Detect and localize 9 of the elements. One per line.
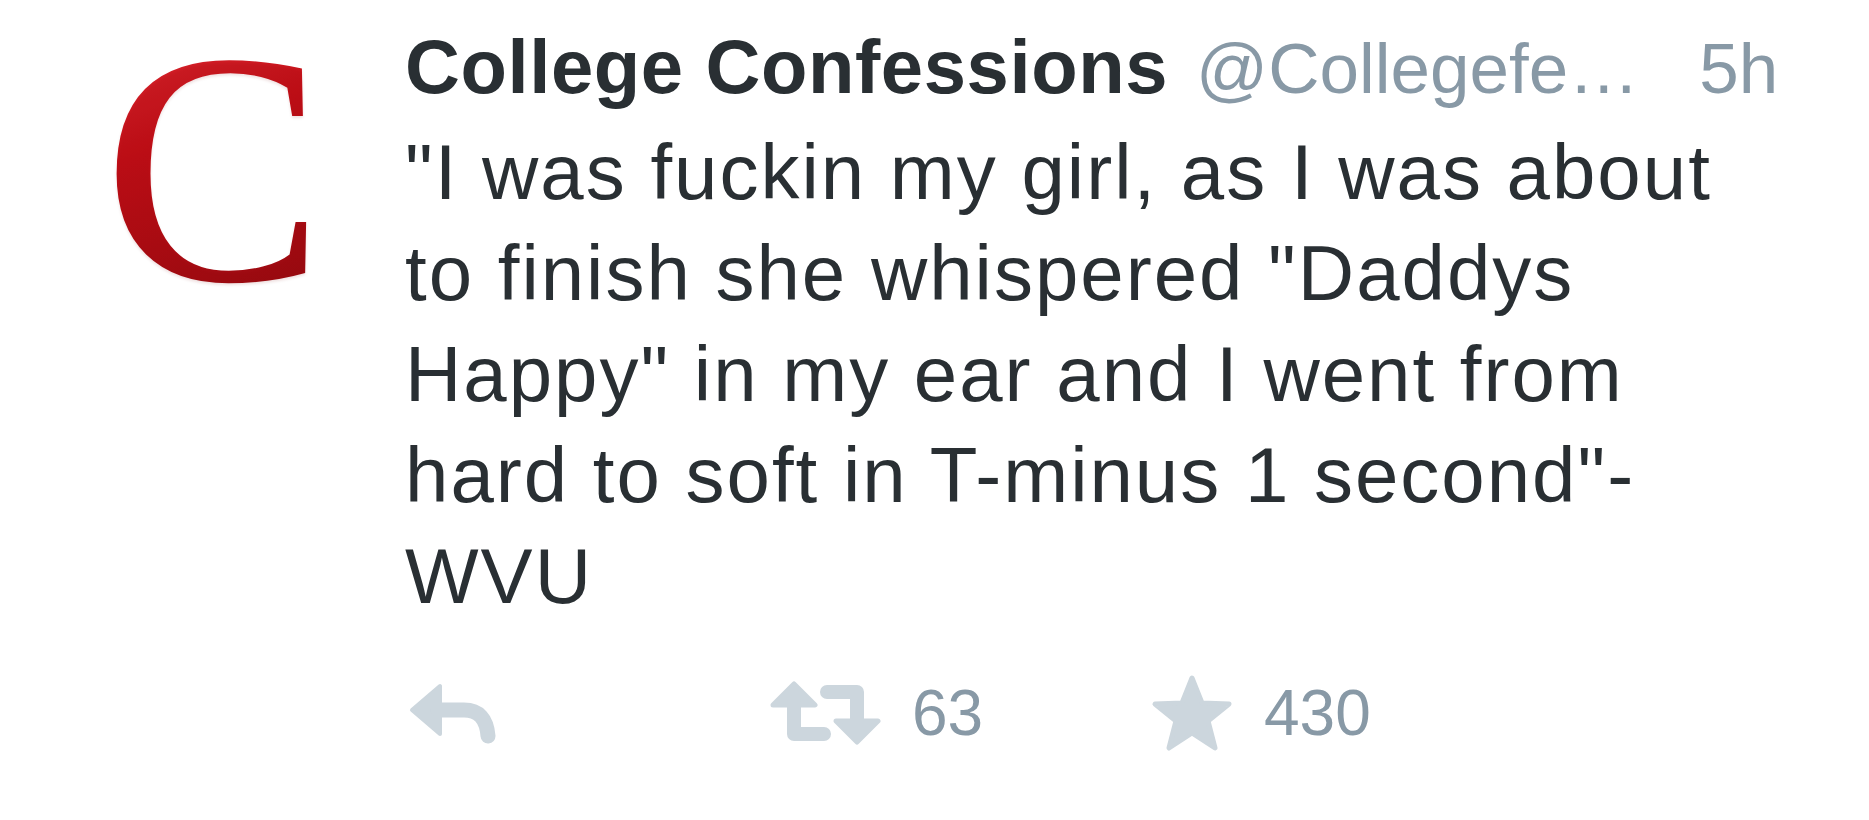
reply-icon[interactable]: [409, 682, 497, 744]
author-name: College Confessions: [405, 23, 1169, 111]
star-icon[interactable]: [1151, 674, 1233, 752]
favorite-count: 430: [1264, 681, 1371, 745]
author-handle: @Collegefe…: [1196, 28, 1640, 110]
retweet-icon[interactable]: [770, 681, 881, 745]
tweet-time: 5h: [1699, 28, 1779, 110]
retweet-count: 63: [912, 681, 984, 745]
tweet-text: "I was fuckin my girl, as I was about to finish she whispered "Daddys Happy" in my ear and I went from hard to soft in T-minus 1 second"- WVU: [405, 127, 1713, 622]
